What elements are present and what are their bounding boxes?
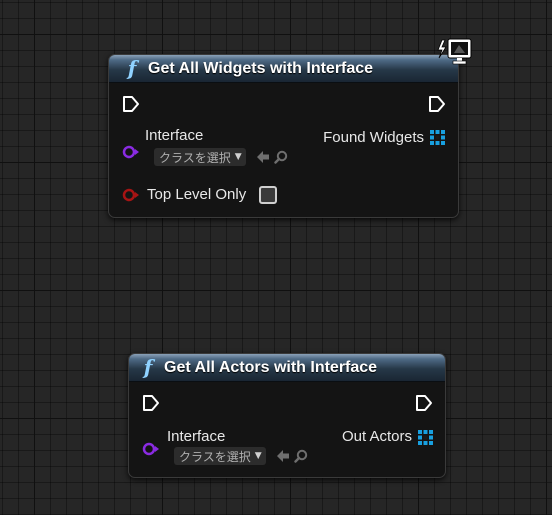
function-icon: f (143, 355, 153, 379)
class-select-dropdown[interactable]: クラスを選択 ▼ (174, 447, 266, 465)
exec-in-pin[interactable] (122, 95, 140, 113)
magnifier-icon[interactable] (274, 150, 288, 164)
arrow-left-icon[interactable] (276, 449, 290, 463)
interface-pin[interactable] (122, 145, 140, 159)
class-select-dropdown[interactable]: クラスを選択 ▼ (154, 148, 246, 166)
interface-label: Interface (145, 127, 204, 144)
interface-label: Interface (167, 428, 226, 445)
function-icon: f (127, 56, 137, 80)
node-header[interactable]: f Get All Actors with Interface (129, 354, 445, 382)
top-level-only-checkbox[interactable] (259, 186, 277, 204)
node-get-all-actors[interactable]: f Get All Actors with Interface Interfac… (128, 353, 446, 478)
found-widgets-label: Found Widgets (323, 129, 424, 146)
class-select-value: クラスを選択 (179, 449, 251, 464)
exec-out-pin[interactable] (415, 394, 433, 412)
top-level-only-label: Top Level Only (147, 186, 247, 203)
array-grid-icon[interactable] (418, 430, 433, 445)
widget-context-icon (437, 38, 472, 65)
top-level-only-pin[interactable] (122, 188, 140, 202)
node-title: Get All Actors with Interface (164, 358, 378, 376)
chevron-down-icon: ▼ (234, 152, 242, 162)
node-header[interactable]: f Get All Widgets with Interface (109, 55, 458, 83)
interface-pin[interactable] (142, 442, 160, 456)
exec-out-pin[interactable] (428, 95, 446, 113)
chevron-down-icon: ▼ (254, 451, 262, 461)
array-grid-icon[interactable] (430, 130, 445, 145)
arrow-left-icon[interactable] (256, 150, 270, 164)
out-actors-label: Out Actors (341, 428, 412, 445)
magnifier-icon[interactable] (294, 449, 308, 463)
exec-in-pin[interactable] (142, 394, 160, 412)
class-select-value: クラスを選択 (159, 150, 231, 165)
node-title: Get All Widgets with Interface (148, 59, 374, 77)
node-get-all-widgets[interactable]: f Get All Widgets with Interface Interfa… (108, 54, 459, 218)
